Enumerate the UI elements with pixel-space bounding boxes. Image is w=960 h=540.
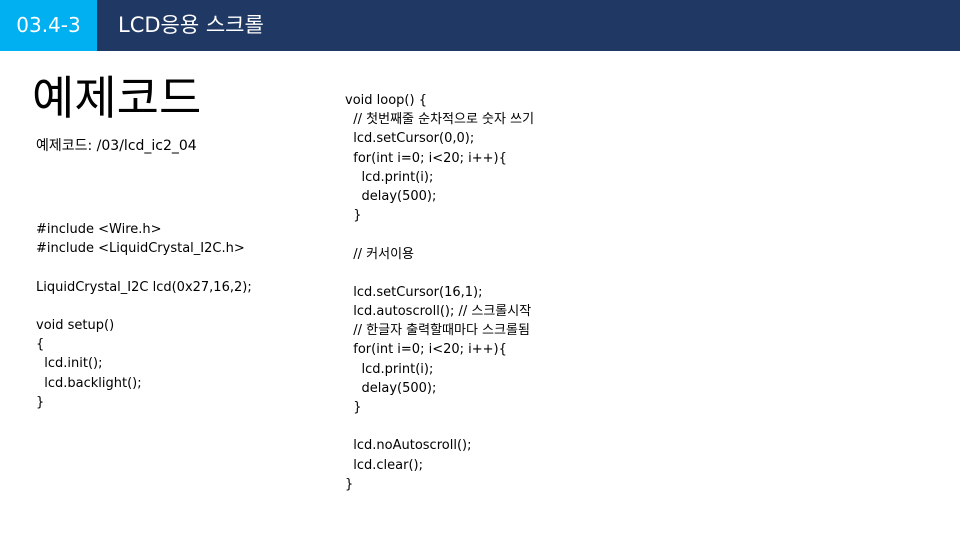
code-line: lcd.setCursor(16,1);	[345, 284, 483, 300]
code-line: }	[345, 208, 362, 224]
code-line: lcd.clear();	[345, 457, 423, 473]
section-number-badge: 03.4-3	[0, 0, 97, 51]
header-bar: 03.4-3 LCD응용 스크롤	[0, 0, 960, 51]
code-line: lcd.print(i);	[345, 169, 434, 185]
code-line: }	[36, 394, 45, 410]
code-line: lcd.noAutoscroll();	[345, 438, 472, 454]
code-line: {	[36, 337, 45, 353]
code-line: // 커서이용	[345, 246, 414, 262]
code-line: delay(500);	[345, 188, 437, 204]
header-title: LCD응용 스크롤	[118, 13, 264, 37]
code-line: #include <Wire.h>	[36, 222, 162, 237]
code-block-loop: void loop() { // 첫번째줄 순차적으로 숫자 쓰기 lcd.se…	[345, 91, 534, 494]
code-line: void setup()	[36, 317, 115, 333]
code-line: delay(500);	[345, 380, 437, 396]
code-line: lcd.init();	[36, 356, 103, 372]
code-block-setup: #include <Wire.h> #include <LiquidCrystal…	[36, 220, 252, 412]
code-line: void loop() {	[345, 93, 427, 108]
example-path: 예제코드: /03/lcd_ic2_04	[36, 138, 197, 154]
code-line: lcd.autoscroll(); // 스크롤시작	[345, 304, 532, 320]
code-line: lcd.setCursor(0,0);	[345, 131, 475, 147]
code-line: // 한글자 출력할때마다 스크롤됨	[345, 323, 530, 339]
code-line: for(int i=0; i<20; i++){	[345, 150, 507, 166]
code-line: LiquidCrystal_I2C lcd(0x27,16,2);	[36, 279, 252, 295]
code-line: // 첫번째줄 순차적으로 숫자 쓰기	[345, 112, 535, 128]
code-line: #include <LiquidCrystal_I2C.h>	[36, 241, 245, 257]
code-line: lcd.print(i);	[345, 361, 434, 377]
code-line: }	[345, 476, 354, 492]
page-title: 예제코드	[32, 71, 202, 125]
code-line: }	[345, 400, 362, 415]
code-line: for(int i=0; i<20; i++){	[345, 342, 507, 358]
code-line: lcd.backlight();	[36, 375, 142, 391]
